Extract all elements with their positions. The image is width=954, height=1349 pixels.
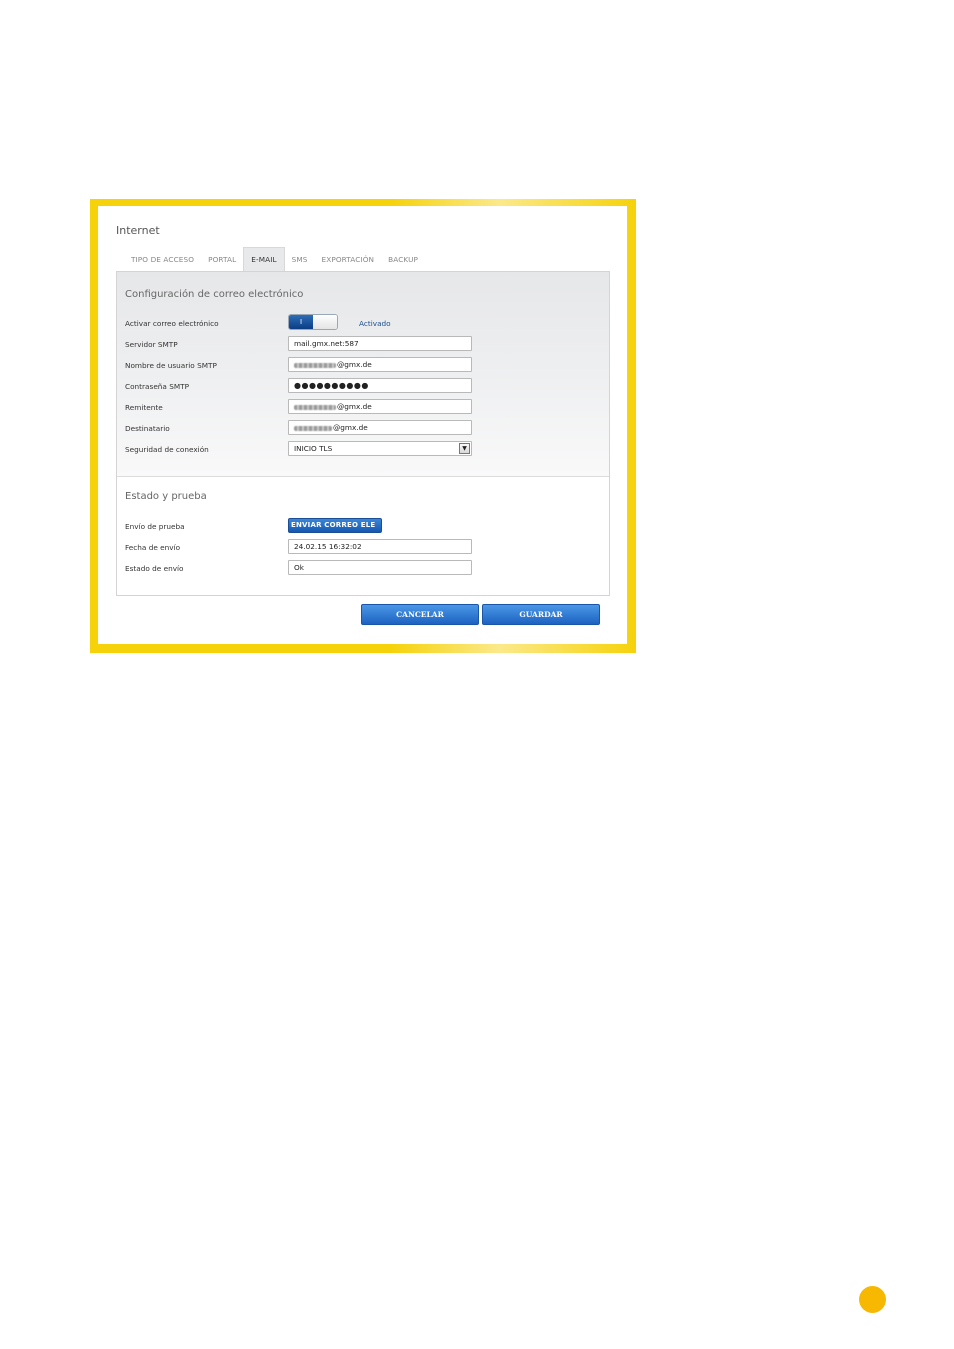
recipient-input[interactable]: @gmx.de [288, 420, 472, 435]
page-marker-dot [859, 1286, 886, 1313]
send-date-label: Fecha de envío [125, 543, 181, 552]
window-title: Internet [116, 224, 160, 237]
chevron-down-icon[interactable]: ▼ [459, 443, 470, 454]
status-section-title: Estado y prueba [125, 491, 207, 502]
tab-backup[interactable]: BACKUP [381, 247, 425, 272]
activate-toggle[interactable]: I [288, 314, 338, 330]
send-status-field: Ok [288, 560, 472, 575]
smtp-server-label: Servidor SMTP [125, 340, 178, 349]
smtp-user-domain: @gmx.de [337, 360, 372, 369]
toggle-state-label: Activado [359, 319, 391, 328]
activate-label: Activar correo electrónico [125, 319, 219, 328]
redacted-text [294, 362, 336, 368]
redacted-text [294, 425, 332, 431]
email-config-section: Configuración de correo electrónico Acti… [117, 272, 609, 477]
security-select[interactable]: INICIO TLS ▼ [288, 441, 472, 456]
redacted-text [294, 404, 336, 410]
tab-panel: Configuración de correo electrónico Acti… [116, 271, 610, 596]
send-status-label: Estado de envío [125, 564, 184, 573]
security-value: INICIO TLS [294, 444, 333, 453]
smtp-user-input[interactable]: @gmx.de [288, 357, 472, 372]
sender-label: Remitente [125, 403, 163, 412]
send-test-email-button[interactable]: ENVIAR CORREO ELE [288, 518, 382, 533]
smtp-server-input[interactable]: mail.gmx.net:587 [288, 336, 472, 351]
cancel-button[interactable]: CANCELAR [361, 604, 479, 625]
tab-sms[interactable]: SMS [285, 247, 315, 272]
smtp-password-label: Contraseña SMTP [125, 382, 190, 391]
section-title: Configuración de correo electrónico [125, 289, 304, 300]
smtp-user-label: Nombre de usuario SMTP [125, 361, 217, 370]
sender-domain: @gmx.de [337, 402, 372, 411]
tab-portal[interactable]: PORTAL [201, 247, 243, 272]
tab-email[interactable]: E-MAIL [243, 247, 285, 272]
toggle-knob [313, 315, 337, 329]
toggle-on-part: I [289, 315, 313, 329]
send-date-field: 24.02.15 16:32:02 [288, 539, 472, 554]
security-label: Seguridad de conexión [125, 445, 209, 454]
recipient-domain: @gmx.de [333, 423, 368, 432]
recipient-label: Destinatario [125, 424, 170, 433]
test-send-label: Envío de prueba [125, 522, 185, 531]
tab-access-type[interactable]: TIPO DE ACCESO [124, 247, 201, 272]
tab-export[interactable]: EXPORTACIÓN [315, 247, 382, 272]
settings-window: Internet TIPO DE ACCESO PORTAL E-MAIL SM… [98, 206, 627, 644]
save-button[interactable]: GUARDAR [482, 604, 600, 625]
sender-input[interactable]: @gmx.de [288, 399, 472, 414]
tab-bar: TIPO DE ACCESO PORTAL E-MAIL SMS EXPORTA… [124, 247, 425, 272]
smtp-password-input[interactable]: ●●●●●●●●●● [288, 378, 472, 393]
